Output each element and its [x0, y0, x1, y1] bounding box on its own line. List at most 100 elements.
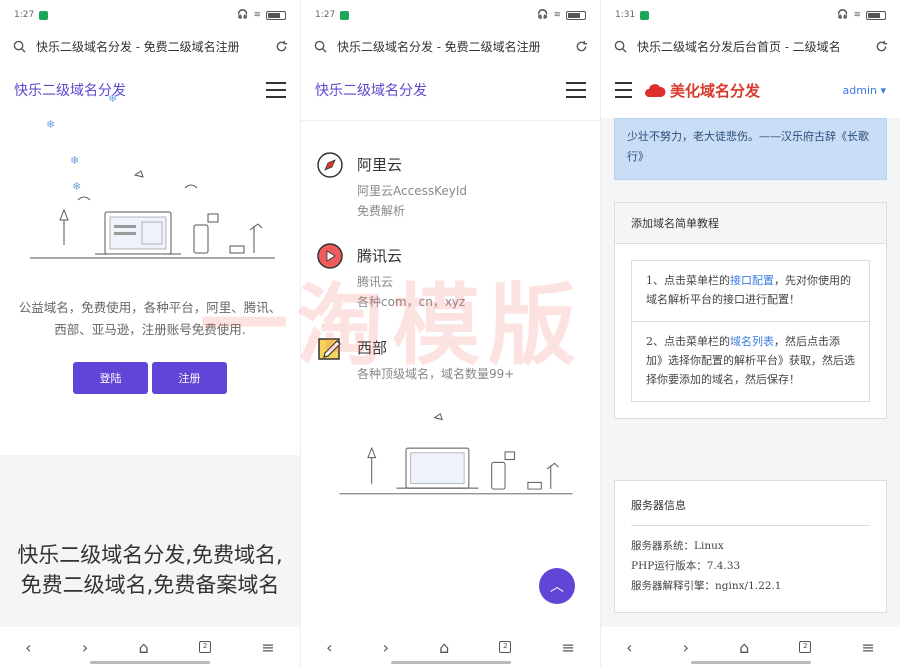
- status-time: 1:27: [315, 10, 336, 20]
- battery-icon: [266, 10, 286, 20]
- headline: 快乐二级域名分发,免费域名,免费二级域名,免费备案域名: [17, 543, 283, 597]
- phone-screen-admin: 1:31 🎧 ≋ 快乐二级域名分发后台首页 - 二级域名 美化域名分发 admin…: [600, 0, 900, 667]
- snowflake-icon: ❄: [108, 92, 118, 105]
- site-navbar: 快乐二级域名分发: [0, 62, 300, 118]
- back-icon[interactable]: ‹: [326, 638, 332, 657]
- menu-icon[interactable]: [266, 82, 286, 98]
- browser-address-bar[interactable]: 快乐二级域名分发 - 免费二级域名注册: [301, 30, 600, 62]
- server-os: 服务器系统：Linux: [631, 540, 724, 552]
- tabs-icon[interactable]: 2: [799, 641, 812, 653]
- app-notification-icon: [39, 10, 49, 20]
- service-tencent[interactable]: 腾讯云 腾讯云各种com，cn，xyz: [317, 243, 465, 312]
- battery-icon: [566, 10, 586, 20]
- forward-icon[interactable]: ›: [683, 638, 689, 657]
- reload-icon[interactable]: [574, 39, 588, 53]
- service-line: 阿里云AccessKeyId: [357, 184, 467, 198]
- browser-address-bar[interactable]: 快乐二级域名分发后台首页 - 二级域名: [601, 30, 900, 62]
- wifi-icon: ≋: [553, 10, 561, 20]
- browser-bottom-bar: ‹ › ⌂ 2 ≡: [601, 627, 900, 667]
- reload-icon[interactable]: [874, 39, 888, 53]
- domain-list-link[interactable]: 域名列表: [730, 335, 774, 348]
- admin-navbar: 美化域名分发 admin ▾: [601, 62, 900, 118]
- forward-icon[interactable]: ›: [383, 638, 389, 657]
- compass-icon: [317, 152, 343, 178]
- back-icon[interactable]: ‹: [25, 638, 31, 657]
- site-brand[interactable]: 快乐二级域名分发: [315, 80, 427, 100]
- service-line: 各种com，cn，xyz: [357, 295, 466, 309]
- service-title: 腾讯云: [357, 247, 403, 265]
- home-icon[interactable]: ⌂: [139, 638, 149, 657]
- service-title: 阿里云: [357, 156, 403, 174]
- wifi-icon: ≋: [853, 10, 861, 20]
- headphone-icon: 🎧: [237, 10, 249, 20]
- app-notification-icon: [640, 10, 650, 20]
- step-text: 2、点击菜单栏的: [646, 335, 730, 348]
- server-info-title: 服务器信息: [631, 497, 870, 526]
- wifi-icon: ≋: [253, 10, 261, 20]
- browser-address-bar[interactable]: 快乐二级域名分发 - 免费二级域名注册: [0, 30, 300, 62]
- site-navbar: 快乐二级域名分发: [301, 62, 600, 118]
- app-notification-icon: [340, 10, 350, 20]
- hero-illustration: [30, 170, 275, 259]
- phone-screen-menu: 1:27 🎧 ≋ 快乐二级域名分发 - 免费二级域名注册 快乐二级域名分发 阿里云…: [300, 0, 600, 667]
- status-bar: 1:27 🎧 ≋: [0, 0, 300, 30]
- login-button[interactable]: 登陆: [73, 362, 148, 394]
- caret-down-icon: ▾: [880, 83, 886, 97]
- edit-icon: [318, 338, 341, 360]
- reload-icon[interactable]: [274, 39, 288, 53]
- status-bar: 1:31 🎧 ≋: [601, 0, 900, 30]
- tutorial-step-1: 1、点击菜单栏的接口配置，先对你使用的域名解析平台的接口进行配置！: [631, 260, 870, 322]
- search-icon[interactable]: [313, 39, 327, 53]
- search-icon[interactable]: [613, 39, 627, 53]
- home-icon[interactable]: ⌂: [439, 638, 449, 657]
- tutorial-title: 添加域名简单教程: [615, 203, 886, 244]
- browser-menu-icon[interactable]: ≡: [261, 638, 274, 657]
- service-aliyun[interactable]: 阿里云 阿里云AccessKeyId 免费解析: [317, 152, 467, 221]
- page-url[interactable]: 快乐二级域名分发 - 免费二级域名注册: [337, 38, 564, 55]
- status-bar: 1:27 🎧 ≋: [301, 0, 600, 30]
- admin-username: admin: [842, 83, 877, 97]
- browser-menu-icon[interactable]: ≡: [862, 638, 875, 657]
- snowflake-icon: ❄: [46, 118, 56, 131]
- admin-logo[interactable]: 美化域名分发: [670, 80, 760, 101]
- back-icon[interactable]: ‹: [626, 638, 632, 657]
- service-line: 免费解析: [357, 204, 406, 218]
- server-engine: 服务器解释引擎：nginx/1.22.1: [631, 580, 782, 592]
- home-icon[interactable]: ⌂: [739, 638, 749, 657]
- tutorial-card: 添加域名简单教程 1、点击菜单栏的接口配置，先对你使用的域名解析平台的接口进行配…: [614, 202, 887, 419]
- cloud-logo-icon: [645, 84, 666, 97]
- api-config-link[interactable]: 接口配置: [730, 274, 774, 287]
- admin-user-menu[interactable]: admin ▾: [843, 84, 887, 97]
- headphone-icon: 🎧: [537, 10, 549, 20]
- divider: [301, 120, 600, 121]
- register-button[interactable]: 注册: [152, 362, 227, 394]
- forward-icon[interactable]: ›: [82, 638, 88, 657]
- browser-menu-icon[interactable]: ≡: [562, 638, 575, 657]
- gesture-bar: [691, 661, 811, 664]
- quote-alert: 少壮不努力，老大徒悲伤。——汉乐府古辞《长歌行》: [614, 118, 887, 180]
- page-url[interactable]: 快乐二级域名分发后台首页 - 二级域名: [637, 38, 864, 55]
- tabs-icon[interactable]: 2: [199, 641, 212, 653]
- php-version: PHP运行版本：7.4.33: [631, 560, 741, 572]
- status-time: 1:27: [14, 10, 35, 20]
- menu-icon[interactable]: [615, 82, 632, 98]
- gesture-bar: [90, 661, 210, 664]
- gesture-bar: [391, 661, 511, 664]
- play-icon: [317, 243, 343, 269]
- step-text: 1、点击菜单栏的: [646, 274, 730, 287]
- tutorial-step-2: 2、点击菜单栏的域名列表，然后点击添加》选择你配置的解析平台》获取，然后选择你要…: [631, 322, 870, 402]
- scroll-top-button[interactable]: ︿: [539, 568, 575, 604]
- service-west[interactable]: 西部 各种顶级域名，域名数量99+: [317, 335, 514, 384]
- browser-bottom-bar: ‹ › ⌂ 2 ≡: [0, 627, 300, 667]
- service-line: 各种顶级域名，域名数量99+: [357, 367, 515, 381]
- tabs-icon[interactable]: 2: [499, 641, 512, 653]
- headphone-icon: 🎧: [837, 10, 849, 20]
- page-url[interactable]: 快乐二级域名分发 - 免费二级域名注册: [36, 38, 264, 55]
- server-info-card: 服务器信息 服务器系统：Linux PHP运行版本：7.4.33 服务器解释引擎…: [614, 480, 887, 613]
- phone-screen-home: 1:27 🎧 ≋ 快乐二级域名分发 - 免费二级域名注册 快乐二级域名分发 ❄ ❄…: [0, 0, 300, 667]
- search-icon[interactable]: [12, 39, 26, 53]
- menu-icon[interactable]: [566, 82, 586, 98]
- service-title: 西部: [357, 339, 388, 357]
- service-line: 腾讯云: [357, 275, 394, 289]
- footer-illustration: [339, 413, 573, 495]
